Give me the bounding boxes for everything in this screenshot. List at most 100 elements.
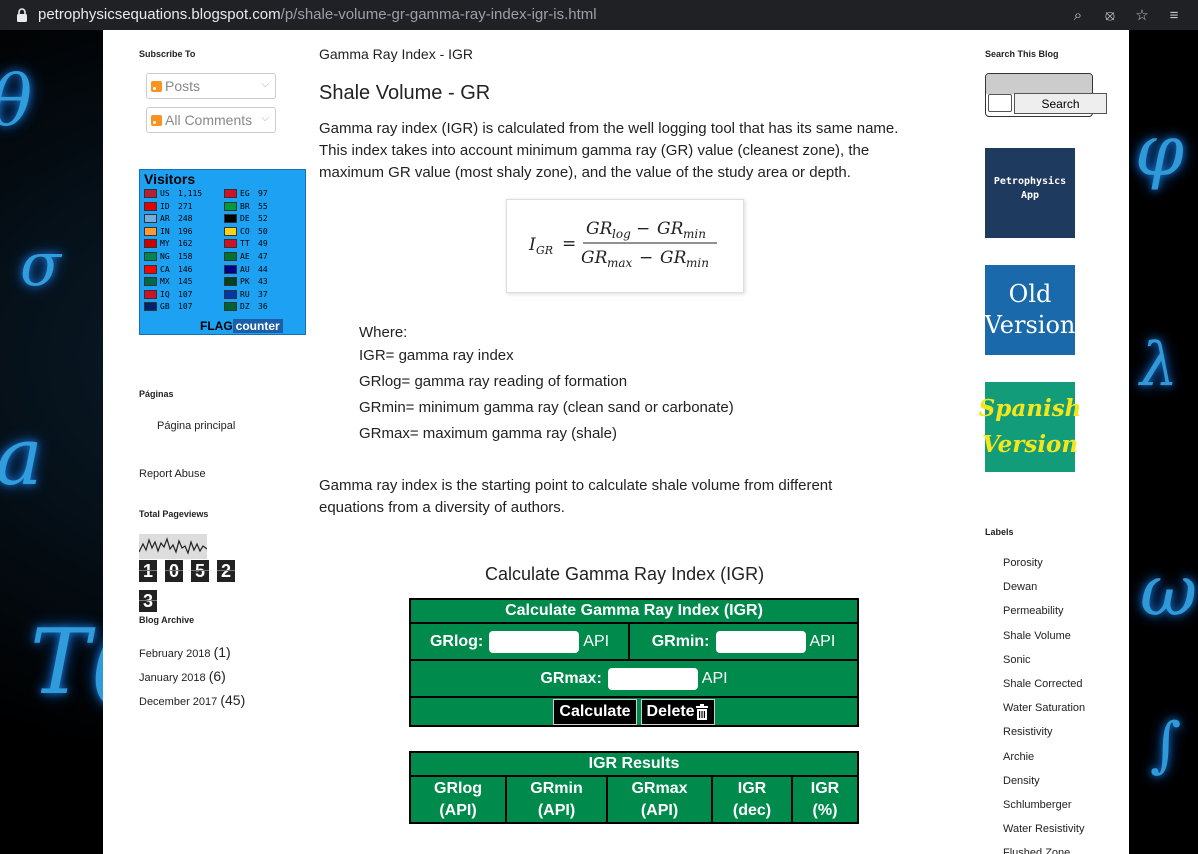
pageview-counter: 1 0 5 2 3: [139, 560, 259, 612]
calculator-actions: Calculate Delete: [411, 698, 857, 725]
igr-formula-image: I GR = GR log − GR min GR max − GR min: [506, 199, 744, 293]
svg-text:GR: GR: [660, 248, 687, 268]
home-page-link[interactable]: Página principal: [157, 420, 235, 432]
rss-icon: [151, 114, 162, 126]
flag-counter-row: PK 43: [224, 277, 268, 287]
grlog-input[interactable]: [489, 630, 580, 653]
label-link[interactable]: Density: [1003, 775, 1040, 787]
rss-icon: [151, 80, 162, 92]
petrophysics-app-tile[interactable]: Petrophysics App: [985, 148, 1075, 238]
flag-counter-row: AE 47: [224, 252, 268, 261]
flag-counter-row: MY 162: [144, 239, 192, 249]
country-flag-icon: [144, 264, 157, 274]
label-link[interactable]: Porosity: [1003, 557, 1043, 569]
pages-title: Páginas: [139, 389, 174, 399]
label-link[interactable]: Resistivity: [1003, 726, 1053, 738]
browser-address-bar: petrophysicsequations.blogspot.com/p/sha…: [0, 0, 1198, 30]
country-flag-icon: [224, 226, 237, 236]
svg-text:min: min: [686, 256, 709, 270]
calculator-title: Calculate Gamma Ray Index (IGR): [485, 564, 765, 584]
flag-counter-widget[interactable]: Visitors US 1,115 ID 271 AR 248 IN 196 MY 162 NG 15…: [139, 169, 306, 335]
flag-counter-row: MX 145: [144, 277, 192, 287]
labels-title: Labels: [985, 527, 1014, 537]
url-field[interactable]: petrophysicsequations.blogspot.com/p/sha…: [38, 6, 597, 23]
svg-text:min: min: [683, 227, 706, 241]
eye-off-icon[interactable]: ⦻: [1100, 5, 1120, 25]
pageviews-sparkline: [139, 534, 207, 559]
label-link[interactable]: Shale Corrected: [1003, 678, 1083, 690]
search-title: Search This Blog: [985, 49, 1059, 59]
label-link[interactable]: Water Saturation: [1003, 702, 1085, 714]
flag-counter-row: NG 158: [144, 252, 192, 261]
grmin-input[interactable]: [715, 630, 806, 653]
label-link[interactable]: Dewan: [1003, 581, 1037, 593]
svg-text:GR: GR: [581, 248, 608, 268]
subscribe-comments-button[interactable]: All Comments ⌵: [146, 107, 276, 133]
visitors-title: Visitors: [144, 171, 196, 187]
search-widget: Search: [985, 73, 1107, 117]
flag-counter-row: AU 44: [224, 264, 268, 274]
label-link[interactable]: Permeability: [1003, 605, 1064, 617]
results-col-igr-dec: IGR (dec): [713, 777, 791, 822]
definition-igr: IGR= gamma ray index: [359, 347, 514, 364]
label-link[interactable]: Flushed Zone: [1003, 847, 1070, 854]
definition-grlog: GRlog= gamma ray reading of formation: [359, 373, 628, 390]
flag-counter-row: BR 55: [224, 201, 268, 211]
grmax-cell: GRmax: API: [411, 661, 857, 696]
label-link[interactable]: Sonic: [1003, 654, 1031, 666]
grmax-input[interactable]: [607, 667, 698, 690]
svg-text:−: −: [639, 248, 653, 268]
lock-icon: [17, 8, 27, 22]
flag-counter-logo: FLAG counter: [200, 319, 283, 333]
archive-item[interactable]: January 2018 (6): [139, 668, 226, 684]
label-link[interactable]: Schlumberger: [1003, 799, 1071, 811]
flag-counter-row: US 1,115: [144, 189, 202, 198]
flag-counter-row: DZ 36: [224, 302, 268, 312]
country-flag-icon: [224, 214, 237, 224]
search-button[interactable]: Search: [1014, 93, 1107, 114]
grmin-unit: API: [809, 632, 836, 650]
results-col-grmin: GRmin (API): [507, 777, 606, 822]
grlog-cell: GRlog: API: [411, 624, 629, 659]
star-icon[interactable]: ☆: [1132, 5, 1152, 25]
country-flag-icon: [224, 277, 237, 287]
label-link[interactable]: Archie: [1003, 751, 1034, 763]
subscribe-title: Subscribe To: [139, 49, 196, 59]
page-title: Shale Volume - GR: [319, 82, 491, 104]
zoom-icon[interactable]: ⌕: [1068, 5, 1088, 25]
grlog-label: GRlog:: [429, 632, 484, 650]
old-version-tile[interactable]: Old Version: [985, 265, 1075, 355]
country-flag-icon: [144, 239, 157, 249]
subscribe-posts-button[interactable]: Posts ⌵: [146, 73, 276, 99]
country-flag-icon: [224, 189, 237, 198]
results-col-grlog: GRlog (API): [411, 777, 505, 822]
svg-text:GR: GR: [657, 219, 684, 239]
search-input[interactable]: [988, 94, 1012, 112]
country-flag-icon: [144, 289, 157, 299]
svg-text:max: max: [607, 256, 633, 270]
spanish-version-tile[interactable]: Spanish Version: [979, 382, 1081, 472]
grmin-cell: GRmin: API: [630, 624, 857, 659]
country-flag-icon: [224, 252, 237, 261]
grmax-unit: API: [701, 669, 728, 687]
results-header: IGR Results: [411, 753, 857, 775]
flag-counter-row: RU 37: [224, 289, 268, 299]
svg-text:I: I: [528, 235, 536, 255]
reading-list-icon[interactable]: ≡: [1164, 5, 1184, 25]
flag-counter-row: EG 97: [224, 189, 268, 198]
archive-item[interactable]: February 2018 (1): [139, 644, 231, 660]
where-label: Where:: [359, 324, 408, 341]
country-flag-icon: [144, 226, 157, 236]
flag-counter-row: CO 50: [224, 226, 268, 236]
report-abuse-link[interactable]: Report Abuse: [139, 468, 206, 480]
chevron-down-icon: ⌵: [261, 79, 269, 90]
country-flag-icon: [224, 289, 237, 299]
igr-results-table: IGR Results GRlog (API) GRmin (API) GRmax(…: [409, 751, 859, 824]
archive-item[interactable]: December 2017 (45): [139, 692, 245, 708]
svg-text:GR: GR: [536, 244, 553, 257]
delete-button[interactable]: Delete: [640, 698, 715, 725]
label-link[interactable]: Water Resistivity: [1003, 823, 1085, 835]
country-flag-icon: [224, 264, 237, 274]
calculate-button[interactable]: Calculate: [553, 698, 637, 725]
label-link[interactable]: Shale Volume: [1003, 630, 1071, 642]
